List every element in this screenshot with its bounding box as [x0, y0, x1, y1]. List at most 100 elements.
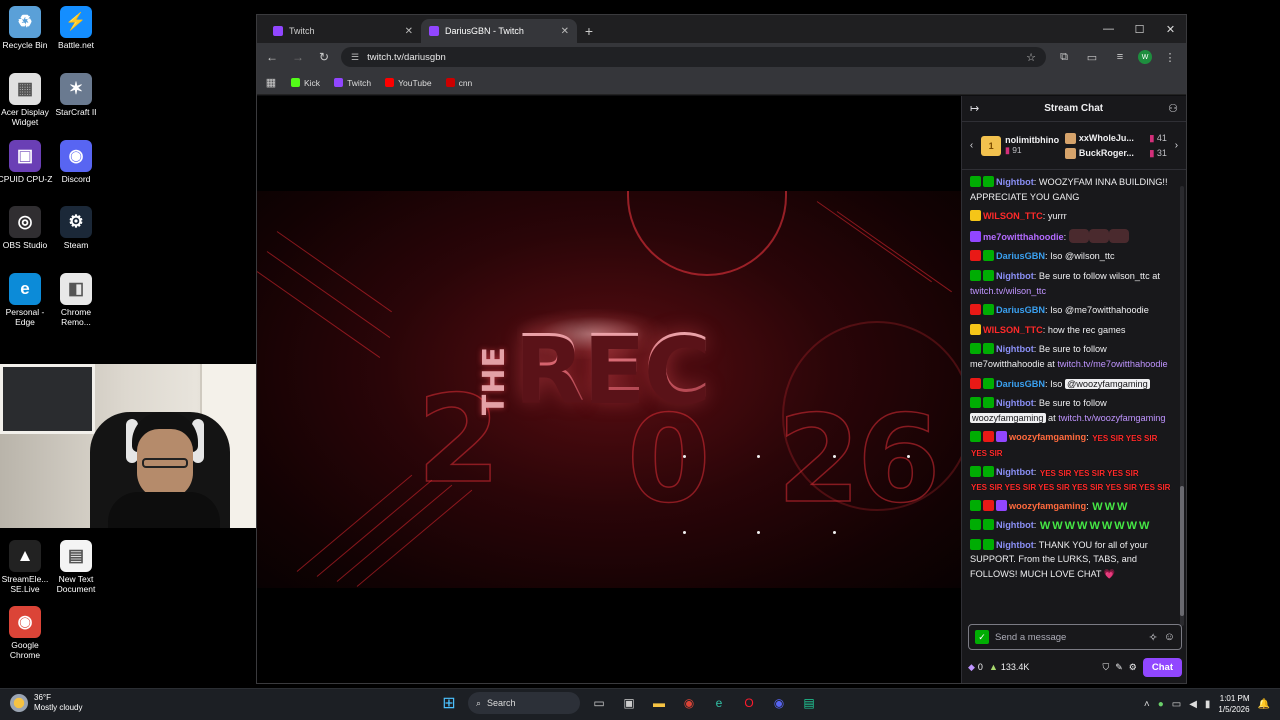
chat-username[interactable]: DariusGBN	[996, 251, 1045, 261]
chevron-left-icon[interactable]: ‹	[966, 140, 977, 151]
edge-icon[interactable]: e	[708, 692, 730, 714]
w-emote[interactable]: W	[1076, 521, 1088, 532]
scrollbar-thumb[interactable]	[1180, 486, 1184, 616]
chat-badge-icon[interactable]	[983, 250, 994, 262]
chat-username[interactable]: DariusGBN	[996, 379, 1045, 389]
yes-sir-emote[interactable]: YES SIR	[1071, 483, 1105, 493]
yes-sir-emote[interactable]: YES SIR	[1125, 434, 1159, 444]
w-emote[interactable]: W	[1088, 521, 1100, 532]
desktop-icon[interactable]: ◧ Chrome Remo...	[48, 273, 104, 328]
chat-badge-icon[interactable]	[970, 269, 981, 281]
chat-badge-icon[interactable]	[970, 499, 981, 511]
pen-icon[interactable]: ✎	[1115, 662, 1123, 673]
chat-input[interactable]	[995, 631, 1143, 643]
chat-scrollbar[interactable]	[1180, 186, 1184, 626]
face-emote[interactable]	[1068, 228, 1089, 243]
tab-twitch[interactable]: Twitch ✕	[265, 19, 421, 43]
maximize-icon[interactable]: ☐	[1124, 15, 1155, 43]
file-explorer-icon[interactable]: ▬	[648, 692, 670, 714]
yes-sir-emote[interactable]: YES SIR	[1106, 469, 1140, 479]
gifter-row[interactable]: BuckRoger... ▮ 31	[1064, 147, 1167, 159]
chat-input-box[interactable]: ✓ ✧ ☺	[968, 624, 1182, 650]
chrome-icon[interactable]: ◉	[678, 692, 700, 714]
w-emote[interactable]: W	[1039, 521, 1051, 532]
bookmark-twitch[interactable]: Twitch	[334, 78, 371, 88]
chat-badge-icon[interactable]	[970, 519, 981, 531]
discord-icon[interactable]: ◉	[768, 692, 790, 714]
gifter-row[interactable]: xxWholeJu... ▮ 41	[1064, 132, 1167, 144]
chat-badge-icon[interactable]	[983, 431, 994, 443]
desktop-icon[interactable]: e Personal - Edge	[0, 273, 53, 328]
emote-picker-icon[interactable]: ☺	[1164, 631, 1175, 643]
chat-badge-icon[interactable]	[970, 377, 981, 389]
close-icon[interactable]: ✕	[561, 26, 569, 37]
close-icon[interactable]: ✕	[405, 26, 413, 37]
tab-dariusgbn[interactable]: DariusGBN - Twitch ✕	[421, 19, 577, 43]
chat-badge-icon[interactable]	[983, 538, 994, 550]
magic-sparkle-icon[interactable]: ✧	[1149, 631, 1158, 644]
chat-badge-icon[interactable]	[970, 397, 981, 409]
chat-username[interactable]: WILSON_TTC	[983, 325, 1043, 335]
bookmark-star-icon[interactable]: ☆	[1026, 51, 1036, 64]
bookmark-cnn[interactable]: cnn	[445, 78, 472, 88]
chat-badge-icon[interactable]	[983, 499, 994, 511]
shield-icon[interactable]: ⛉	[1102, 662, 1109, 673]
desktop-icon[interactable]: ⚡ Battle.net	[48, 6, 104, 51]
yes-sir-emote[interactable]: YES SIR	[1138, 483, 1172, 493]
chat-badge-icon[interactable]	[970, 230, 981, 242]
chat-username[interactable]: Nightbot	[996, 271, 1034, 281]
chat-badge-icon[interactable]	[983, 397, 994, 409]
network-icon[interactable]: ▭	[1172, 699, 1181, 710]
chat-badge-icon[interactable]	[983, 176, 994, 187]
task-view-icon[interactable]: ▭	[588, 692, 610, 714]
yes-sir-emote[interactable]: YES SIR	[1104, 483, 1138, 493]
bookmark-youtube[interactable]: YouTube	[385, 78, 432, 88]
clock[interactable]: 1:01 PM 1/5/2026	[1218, 693, 1249, 715]
video-player[interactable]: 2 0 2 6 THE REC	[257, 96, 961, 683]
desktop-icon[interactable]: ▣ CPUID CPU-Z	[0, 140, 53, 185]
yes-sir-emote[interactable]: YES SIR	[1091, 434, 1125, 444]
desktop-icon[interactable]: ◉ Discord	[48, 140, 104, 185]
widgets-icon[interactable]: ▣	[618, 692, 640, 714]
bits-balance[interactable]: ▲ 133.4K	[989, 662, 1029, 672]
notification-icon[interactable]: 🔔	[1258, 699, 1270, 710]
profile-avatar[interactable]: W	[1138, 50, 1152, 64]
chat-badge-icon[interactable]	[983, 377, 994, 389]
yes-sir-emote[interactable]: YES SIR	[970, 449, 1004, 459]
gear-icon[interactable]: ⚙	[1129, 662, 1137, 673]
streamelements-icon[interactable]: ▤	[798, 692, 820, 714]
url-field[interactable]: ☰ twitch.tv/dariusgbn ☆	[341, 47, 1046, 67]
desktop-icon[interactable]: ◉ Google Chrome	[0, 606, 53, 661]
chat-badge-icon[interactable]	[983, 343, 994, 355]
apps-grid-icon[interactable]: ▦	[265, 73, 277, 93]
chevron-up-icon[interactable]: ˄	[1144, 699, 1150, 710]
desktop-icon[interactable]: ▦ Acer Display Widget	[0, 73, 53, 128]
chevron-right-icon[interactable]: ›	[1171, 140, 1182, 151]
back-icon[interactable]: ←	[263, 48, 281, 66]
face-emote[interactable]	[1088, 228, 1109, 243]
chat-username[interactable]: woozyfamgaming	[1009, 501, 1086, 511]
message-link[interactable]: twitch.tv/wilson_ttc	[970, 286, 1046, 296]
desktop-icon[interactable]: ▤ New Text Document	[48, 540, 104, 595]
cast-icon[interactable]: ▭	[1082, 47, 1102, 67]
w-emote[interactable]: W	[1126, 521, 1138, 532]
chat-badge-icon[interactable]	[996, 499, 1007, 511]
chat-username[interactable]: Nightbot	[996, 467, 1034, 477]
community-icon[interactable]: ⚇	[1168, 102, 1178, 115]
battery-icon[interactable]: ▮	[1205, 699, 1211, 710]
chat-badge-icon[interactable]	[970, 250, 981, 262]
weather-widget[interactable]: 36°F Mostly cloudy	[10, 693, 82, 713]
yes-sir-emote[interactable]: YES SIR	[1039, 469, 1073, 479]
volume-icon[interactable]: ◀	[1189, 699, 1197, 710]
chat-badge-icon[interactable]	[970, 538, 981, 550]
chat-badge-icon[interactable]	[970, 304, 981, 316]
chat-badge-icon[interactable]	[970, 176, 981, 187]
chat-username[interactable]: Nightbot	[996, 344, 1034, 354]
chat-badge-icon[interactable]	[970, 323, 981, 335]
menu-icon[interactable]: ⋮	[1160, 47, 1180, 67]
w-emote[interactable]: W	[1104, 501, 1116, 512]
chat-badge-icon[interactable]	[970, 210, 981, 222]
chat-username[interactable]: WILSON_TTC	[983, 211, 1043, 221]
chat-send-button[interactable]: Chat	[1142, 657, 1182, 677]
forward-icon[interactable]: →	[289, 48, 307, 66]
